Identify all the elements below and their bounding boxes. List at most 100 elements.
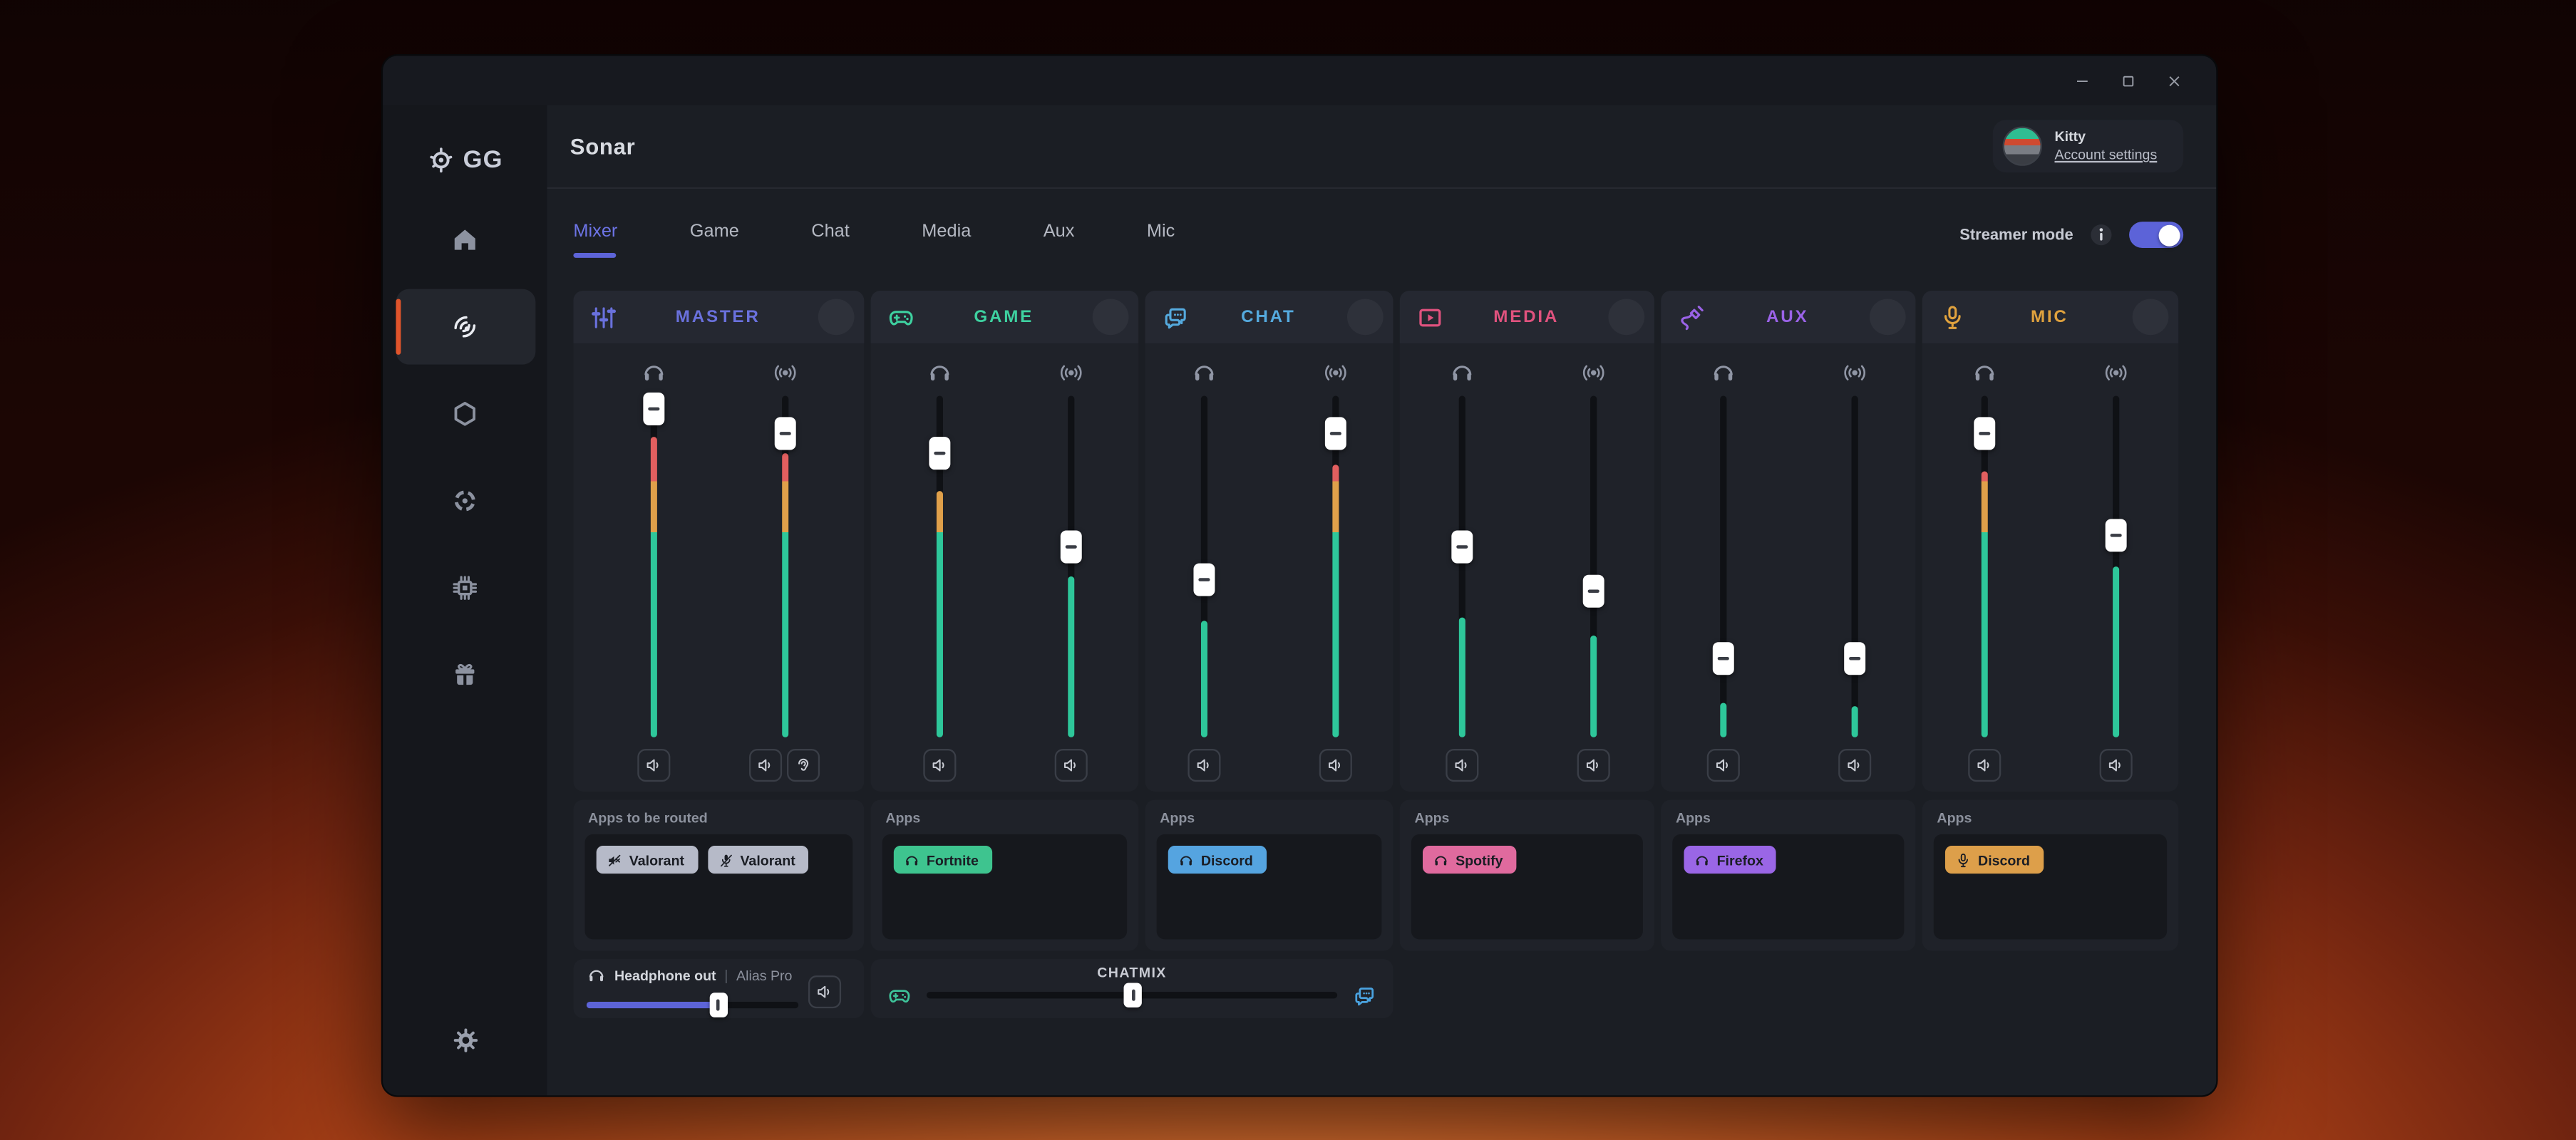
speaker-button[interactable] <box>922 748 955 781</box>
slider-handle[interactable] <box>1712 643 1733 675</box>
channel-settings-button[interactable] <box>818 299 855 335</box>
speaker-button[interactable] <box>1838 748 1870 781</box>
slider-handle[interactable] <box>1060 529 1081 562</box>
speaker-button[interactable] <box>2100 748 2133 781</box>
channel-settings-button[interactable] <box>1870 299 1906 335</box>
sidebar-item-settings[interactable] <box>395 1007 535 1072</box>
level-meter <box>1850 707 1857 737</box>
level-meter <box>650 437 656 737</box>
speaker-button[interactable] <box>1577 748 1609 781</box>
slider-handle[interactable] <box>710 992 728 1017</box>
apps-panel-master: Apps to be routed ValorantValorant <box>573 799 864 950</box>
tab-mic[interactable]: Mic <box>1147 205 1175 264</box>
tab-media[interactable]: Media <box>922 205 971 264</box>
apps-drop-zone[interactable]: Fortnite <box>882 834 1127 940</box>
apps-drop-zone[interactable]: Valorant Valorant <box>585 834 853 940</box>
speaker-icon <box>756 755 776 774</box>
tab-mixer[interactable]: Mixer <box>573 205 617 264</box>
volume-slider[interactable] <box>2100 395 2133 737</box>
tab-aux[interactable]: Aux <box>1044 205 1075 264</box>
media-icon <box>1416 303 1444 331</box>
channel-settings-button[interactable] <box>2133 299 2169 335</box>
speaker-button[interactable] <box>1968 748 2001 781</box>
apps-drop-zone[interactable]: Discord <box>1157 834 1382 940</box>
sidebar-item-hexagon[interactable] <box>395 376 535 452</box>
channel-settings-button[interactable] <box>1347 299 1384 335</box>
speaker-button[interactable] <box>1706 748 1739 781</box>
sidebar-item-moments[interactable] <box>395 463 535 539</box>
close-window-button[interactable] <box>2165 71 2183 89</box>
headphone-out-slider[interactable] <box>587 992 798 1017</box>
account-chip[interactable]: Kitty Account settings <box>1992 120 2183 172</box>
slider-handle[interactable] <box>1192 564 1214 596</box>
mic-icon <box>1955 851 1972 868</box>
volume-slider[interactable] <box>1838 395 1870 737</box>
slider-handle[interactable] <box>774 417 795 450</box>
tab-chat[interactable]: Chat <box>811 205 850 264</box>
slider-handle[interactable] <box>1324 417 1346 450</box>
account-name: Kitty <box>2055 128 2158 146</box>
speaker-button[interactable] <box>637 748 669 781</box>
broadcast-icon <box>1057 360 1083 386</box>
logo-text: GG <box>463 145 503 173</box>
apps-drop-zone[interactable]: Firefox <box>1672 834 1904 940</box>
app-badge-valorant[interactable]: Valorant <box>597 846 698 874</box>
channel-strip-master: MASTER <box>573 291 864 792</box>
slider-handle[interactable] <box>1843 643 1865 675</box>
apps-drop-zone[interactable]: Discord <box>1934 834 2167 940</box>
sidebar-item-chip[interactable] <box>395 550 535 626</box>
speaker-button[interactable] <box>1187 748 1220 781</box>
app-badge-discord[interactable]: Discord <box>1168 846 1266 874</box>
channel-settings-button[interactable] <box>1608 299 1644 335</box>
app-badge-valorant[interactable]: Valorant <box>707 846 808 874</box>
sidebar-item-sonar[interactable] <box>395 289 535 365</box>
slider-handle[interactable] <box>1124 983 1142 1007</box>
slider-handle[interactable] <box>1582 574 1604 607</box>
app-badge-fortnite[interactable]: Fortnite <box>894 846 991 874</box>
volume-slider[interactable] <box>768 395 801 737</box>
volume-slider-group <box>1957 356 2012 792</box>
volume-slider[interactable] <box>637 395 669 737</box>
slider-handle[interactable] <box>928 437 949 470</box>
sidebar-item-home[interactable] <box>395 202 535 277</box>
slider-handle[interactable] <box>1451 529 1472 562</box>
info-button[interactable] <box>2088 222 2114 248</box>
speaker-button[interactable] <box>1319 748 1351 781</box>
level-meter <box>1200 621 1207 737</box>
app-badge-discord[interactable]: Discord <box>1945 846 2043 874</box>
slider-handle[interactable] <box>2106 519 2127 552</box>
maximize-window-button[interactable] <box>2119 71 2137 89</box>
volume-slider[interactable] <box>1706 395 1739 737</box>
apps-drop-zone[interactable]: Spotify <box>1411 834 1643 940</box>
volume-slider[interactable] <box>1054 395 1087 737</box>
slider-handle[interactable] <box>642 393 664 426</box>
volume-slider[interactable] <box>922 395 955 737</box>
titlebar[interactable] <box>383 56 2216 105</box>
sidebar-item-gift[interactable] <box>395 637 535 712</box>
account-settings-link[interactable]: Account settings <box>2055 146 2158 165</box>
volume-slider[interactable] <box>1319 395 1351 737</box>
ear-button[interactable] <box>787 748 820 781</box>
sonar-icon <box>450 312 480 341</box>
channel-settings-button[interactable] <box>1093 299 1129 335</box>
gamepad-icon <box>887 983 912 1007</box>
speaker-icon <box>643 755 663 774</box>
tab-row: MixerGameChatMediaAuxMic Streamer mode <box>547 189 2217 281</box>
volume-slider[interactable] <box>1445 395 1478 737</box>
volume-slider[interactable] <box>1187 395 1220 737</box>
app-badge-spotify[interactable]: Spotify <box>1423 846 1516 874</box>
speaker-button[interactable] <box>1445 748 1478 781</box>
streamer-mode-toggle[interactable] <box>2129 222 2183 248</box>
slider-handle[interactable] <box>1974 417 1995 450</box>
speaker-button[interactable] <box>1054 748 1087 781</box>
volume-slider[interactable] <box>1577 395 1609 737</box>
chatmix-slider[interactable] <box>927 983 1337 1007</box>
minimize-window-button[interactable] <box>2073 71 2091 89</box>
speaker-button[interactable] <box>749 748 782 781</box>
gift-icon <box>450 660 480 690</box>
headphone-out-mute-button[interactable] <box>808 975 841 1007</box>
tab-game[interactable]: Game <box>690 205 739 264</box>
app-badge-firefox[interactable]: Firefox <box>1684 846 1776 874</box>
toggle-knob <box>2159 224 2180 246</box>
volume-slider[interactable] <box>1968 395 2001 737</box>
